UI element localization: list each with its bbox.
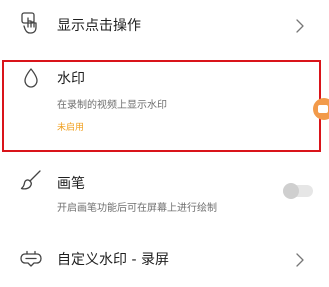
setting-row-show-click[interactable]: 显示点击操作 bbox=[0, 0, 329, 58]
toggle-knob bbox=[318, 105, 328, 113]
setting-title: 显示点击操作 bbox=[57, 18, 141, 34]
water-drop-icon bbox=[24, 68, 38, 88]
watermark-toggle[interactable] bbox=[313, 98, 329, 120]
brush-icon bbox=[20, 170, 41, 190]
setting-row-watermark[interactable]: 水印 在录制的视频上显示水印 未启用 bbox=[0, 60, 329, 152]
setting-row-custom-watermark[interactable]: 自定义水印 - 录屏 bbox=[0, 238, 329, 287]
toggle-knob bbox=[283, 183, 299, 199]
setting-title: 自定义水印 - 录屏 bbox=[57, 252, 169, 268]
setting-title: 画笔 bbox=[57, 176, 85, 192]
tap-hand-icon bbox=[21, 12, 37, 34]
setting-subtitle: 开启画笔功能后可在屏幕上进行绘制 bbox=[57, 203, 217, 214]
brush-toggle[interactable] bbox=[283, 183, 313, 199]
setting-row-brush[interactable]: 画笔 开启画笔功能后可在屏幕上进行绘制 bbox=[0, 160, 329, 228]
setting-title: 水印 bbox=[57, 71, 85, 87]
watermark-badge-icon bbox=[20, 250, 42, 267]
chevron-right-icon bbox=[296, 19, 304, 33]
setting-subtitle: 在录制的视频上显示水印 bbox=[57, 100, 167, 111]
status-label: 未启用 bbox=[57, 123, 85, 133]
chevron-right-icon bbox=[296, 253, 304, 267]
